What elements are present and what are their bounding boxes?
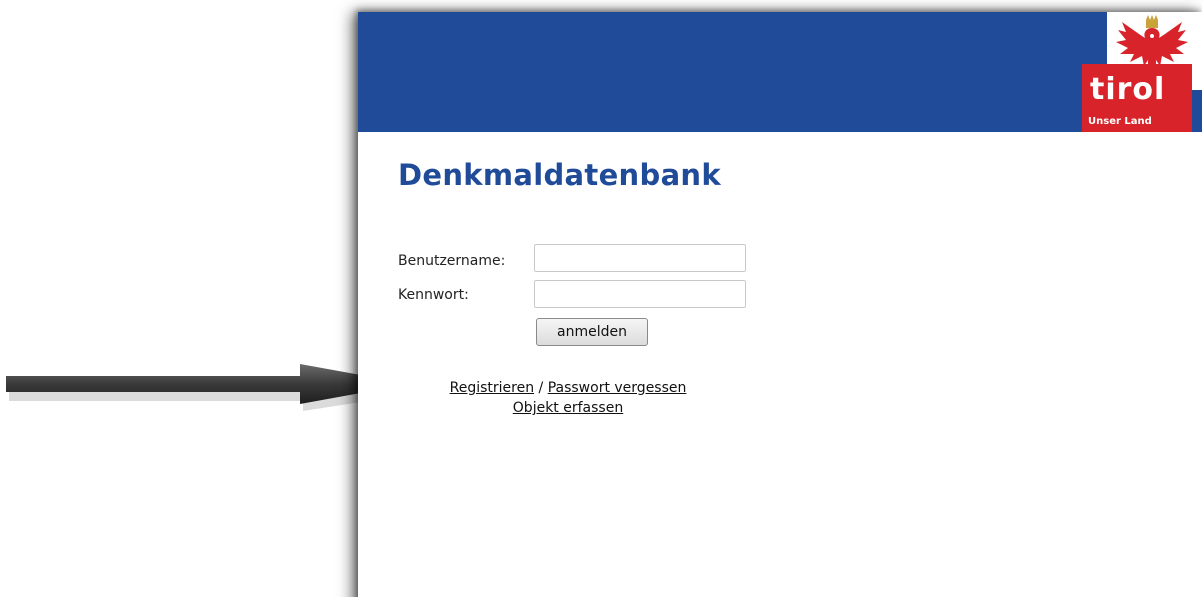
account-links-row: Registrieren / Passwort vergessen bbox=[398, 378, 738, 398]
username-label: Benutzername: bbox=[398, 253, 506, 269]
forgot-password-link[interactable]: Passwort vergessen bbox=[548, 380, 687, 396]
create-object-row: Objekt erfassen bbox=[398, 398, 738, 418]
create-object-link[interactable]: Objekt erfassen bbox=[513, 400, 623, 416]
login-button[interactable]: anmelden bbox=[536, 318, 648, 346]
logo-wordmark: tirol bbox=[1090, 72, 1166, 107]
page-panel: tirol Unser Land Denkmaldatenbank Benutz… bbox=[358, 12, 1202, 597]
password-field[interactable] bbox=[534, 280, 746, 308]
screenshot-stage: tirol Unser Land Denkmaldatenbank Benutz… bbox=[0, 0, 1202, 597]
page-title: Denkmaldatenbank bbox=[398, 158, 721, 192]
account-links: Registrieren / Passwort vergessen Objekt… bbox=[398, 378, 738, 418]
site-header: tirol Unser Land bbox=[358, 12, 1202, 132]
logo-subtitle: Unser Land bbox=[1088, 116, 1152, 127]
tirol-logo[interactable]: tirol Unser Land bbox=[1082, 12, 1202, 132]
link-separator: / bbox=[534, 380, 548, 396]
password-label: Kennwort: bbox=[398, 287, 469, 303]
username-field[interactable] bbox=[534, 244, 746, 272]
register-link[interactable]: Registrieren bbox=[450, 380, 534, 396]
